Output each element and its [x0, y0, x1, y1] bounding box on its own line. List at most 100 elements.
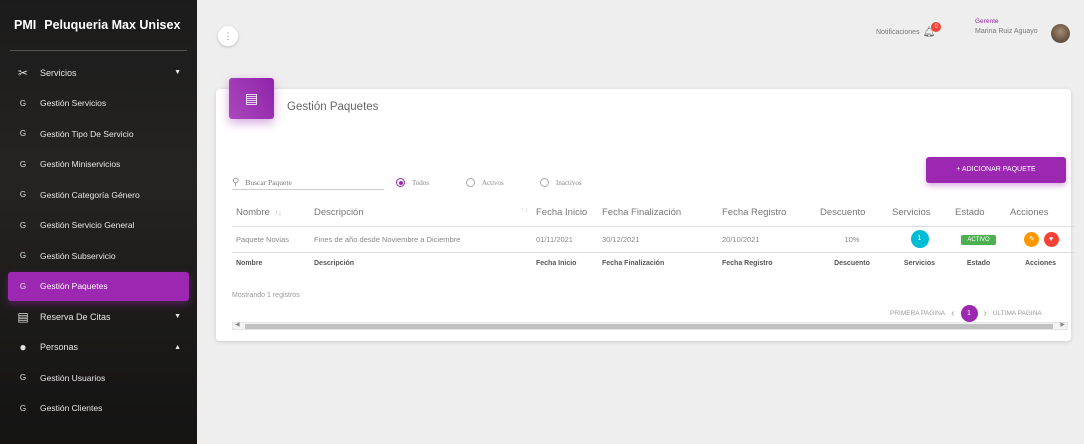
- records-count-text: Mostrando 1 registros: [232, 292, 300, 299]
- column-header-descuento[interactable]: Descuento: [816, 200, 888, 227]
- sidebar-item-gestion-paquetes[interactable]: G Gestión Paquetes: [8, 271, 189, 301]
- scroll-left-icon[interactable]: ◀: [235, 321, 240, 328]
- person-icon: ●: [19, 340, 27, 355]
- search-input[interactable]: [245, 178, 366, 187]
- search-box: ⚲: [232, 176, 384, 190]
- filter-label: Inactivos: [556, 178, 582, 187]
- caret-down-icon: ▼: [174, 69, 181, 77]
- card-title: Gestión Paquetes: [287, 101, 379, 113]
- last-page-link[interactable]: ULTIMA PAGINA: [993, 310, 1042, 317]
- letter-g-icon: G: [19, 403, 27, 413]
- footer-header-fecha-registro: Fecha Registro: [722, 259, 773, 267]
- sidebar-item-label: Gestión Servicio General: [40, 220, 135, 231]
- notification-count-badge: 0: [931, 22, 942, 32]
- add-package-button[interactable]: + ADICIONAR PAQUETE: [926, 157, 1066, 183]
- filter-activos[interactable]: Activos: [466, 178, 504, 187]
- column-header-servicios[interactable]: Servicios: [888, 200, 951, 227]
- chevron-left-icon[interactable]: ‹: [951, 308, 954, 319]
- sidebar-item-label: Gestión Tipo De Servicio: [40, 128, 134, 139]
- radio-icon: [466, 178, 475, 187]
- chevron-right-icon[interactable]: ›: [984, 308, 987, 319]
- cell-fecha-inicio: 01/11/2021: [532, 226, 598, 253]
- sidebar-item-gestion-clientes[interactable]: G Gestión Clientes: [8, 394, 189, 424]
- letter-g-icon: G: [19, 251, 27, 261]
- cell-servicios: 1: [888, 226, 951, 253]
- radio-icon: [540, 178, 549, 187]
- sidebar-item-label: Gestión Paquetes: [40, 281, 108, 292]
- bell-icon: 🔔︎ 0: [923, 22, 942, 38]
- scrollbar-thumb[interactable]: [245, 324, 1053, 329]
- brand-abbr: PMI: [14, 18, 37, 32]
- sidebar-item-label: Reserva De Citas: [40, 311, 111, 322]
- sidebar-item-gestion-subservicio[interactable]: G Gestión Subservicio: [8, 241, 189, 271]
- user-menu[interactable]: Gerente Marina Ruiz Aguayo: [975, 17, 1038, 37]
- column-header-acciones[interactable]: Acciones: [1006, 200, 1075, 227]
- cell-descuento: 10%: [816, 226, 888, 253]
- sidebar-item-gestion-servicio-general[interactable]: G Gestión Servicio General: [8, 211, 189, 241]
- letter-g-icon: G: [19, 373, 27, 383]
- notifications-link[interactable]: Notificaciones 🔔︎ 0: [876, 22, 942, 38]
- column-header-fecha-registro[interactable]: Fecha Registro: [718, 200, 816, 227]
- footer-header-estado: Estado: [966, 259, 991, 267]
- column-header-fecha-finalizacion[interactable]: Fecha Finalización: [598, 200, 718, 227]
- letter-g-icon: G: [19, 220, 27, 230]
- table-footer-row: Nombre Descripción Fecha Inicio Fecha Fi…: [232, 252, 1075, 274]
- cell-fecha-registro: 20/10/2021: [718, 226, 816, 253]
- column-header-fecha-inicio[interactable]: Fecha Inicio: [532, 200, 598, 227]
- menu-toggle-button[interactable]: ⋮: [218, 26, 238, 46]
- column-header-nombre[interactable]: Nombre ↑↓: [232, 200, 310, 227]
- filter-inactivos[interactable]: Inactivos: [540, 178, 582, 187]
- footer-header-nombre: Nombre: [236, 259, 263, 267]
- letter-g-icon: G: [19, 98, 27, 108]
- filter-label: Todos: [412, 178, 430, 187]
- sidebar-item-gestion-tipo-servicio[interactable]: G Gestión Tipo De Servicio: [8, 119, 189, 149]
- footer-header-descuento: Descuento: [834, 259, 870, 267]
- footer-header-fecha-inicio: Fecha Inicio: [536, 259, 577, 267]
- sidebar-item-label: Gestión Subservicio: [40, 250, 116, 261]
- status-badge[interactable]: ACTIVO: [961, 234, 996, 245]
- cell-estado: ACTIVO: [951, 226, 1006, 253]
- scissors-icon: ✂: [17, 65, 29, 80]
- sidebar-item-gestion-miniservicios[interactable]: G Gestión Miniservicios: [8, 150, 189, 180]
- column-header-estado[interactable]: Estado: [951, 200, 1006, 227]
- user-role: Gerente: [975, 18, 999, 25]
- horizontal-scrollbar[interactable]: ◀ ▶: [232, 322, 1068, 330]
- sidebar-item-gestion-servicios[interactable]: G Gestión Servicios: [8, 89, 189, 119]
- caret-down-icon: ▼: [174, 313, 181, 321]
- sidebar-item-personas[interactable]: ● Personas ▲: [8, 333, 189, 363]
- filter-todos[interactable]: Todos: [396, 178, 429, 187]
- paquetes-table: Nombre ↑↓ Descripción ↑↓ Fecha Inicio Fech…: [232, 200, 1075, 274]
- brand-name: Peluqueria Max Unisex: [44, 18, 181, 32]
- letter-g-icon: G: [19, 129, 27, 139]
- sidebar-item-label: Gestión Usuarios: [40, 372, 106, 383]
- page-1-button[interactable]: 1: [960, 305, 978, 322]
- delete-button[interactable]: ♥: [1043, 231, 1059, 247]
- sidebar-item-label: Gestión Servicios: [40, 98, 107, 109]
- letter-g-icon: G: [19, 159, 27, 169]
- user-name: Marina Ruiz Aguayo: [975, 28, 1038, 35]
- footer-header-fecha-finalizacion: Fecha Finalización: [602, 259, 665, 267]
- first-page-link[interactable]: PRIMERA PAGINA: [890, 310, 945, 317]
- edit-button[interactable]: ✎: [1024, 231, 1040, 247]
- sidebar-item-gestion-categoria-genero[interactable]: G Gestión Categoría Género: [8, 180, 189, 210]
- calendar-icon: ▤: [17, 309, 29, 324]
- column-header-descripcion[interactable]: Descripción ↑↓: [310, 200, 532, 227]
- scroll-right-icon[interactable]: ▶: [1060, 321, 1065, 328]
- sidebar-item-label: Gestión Miniservicios: [40, 159, 121, 170]
- avatar[interactable]: [1051, 24, 1070, 43]
- sidebar-item-servicios[interactable]: ✂ Servicios ▼: [8, 58, 189, 88]
- brand[interactable]: PMI Peluqueria Max Unisex: [0, 0, 197, 50]
- sidebar: PMI Peluqueria Max Unisex ✂ Servicios ▼ …: [0, 0, 197, 444]
- search-icon: ⚲: [232, 177, 240, 188]
- services-count-button[interactable]: 1: [910, 230, 929, 248]
- sidebar-item-reserva-citas[interactable]: ▤ Reserva De Citas ▼: [8, 302, 189, 332]
- footer-header-descripcion: Descripción: [314, 259, 355, 267]
- radio-selected-icon: [396, 178, 405, 187]
- sidebar-item-label: Servicios: [40, 67, 77, 78]
- heart-icon: ♥: [1048, 235, 1054, 243]
- sidebar-item-label: Gestión Clientes: [40, 403, 103, 414]
- sidebar-nav: ✂ Servicios ▼ G Gestión Servicios G Gest…: [0, 51, 197, 423]
- table-row: Paquete Novias Fines de año desde Noviem…: [232, 226, 1075, 253]
- letter-g-icon: G: [19, 190, 27, 200]
- sidebar-item-gestion-usuarios[interactable]: G Gestión Usuarios: [8, 363, 189, 393]
